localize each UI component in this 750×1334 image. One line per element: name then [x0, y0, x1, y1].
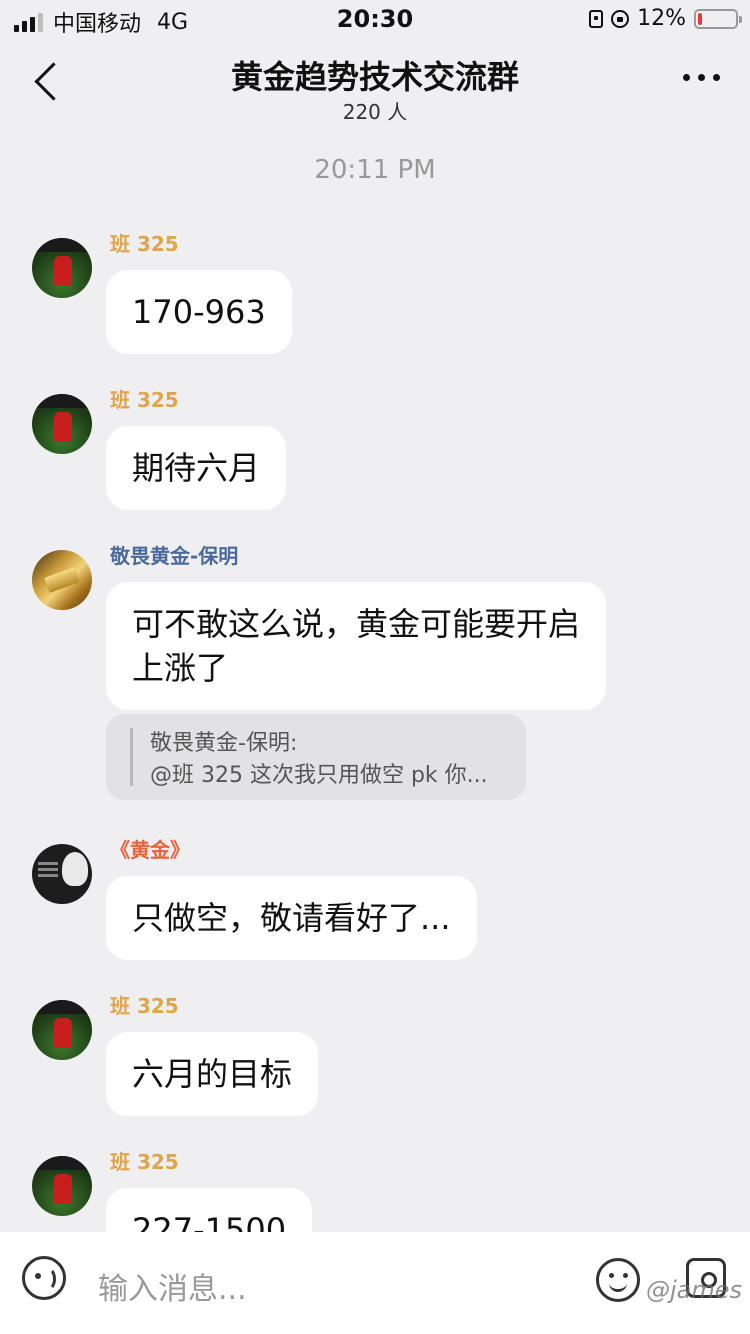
soccer-players-avatar[interactable]	[32, 1000, 92, 1060]
message-bubble[interactable]: 六月的目标	[106, 1032, 319, 1116]
sender-name[interactable]: 《黄金》	[110, 834, 190, 863]
sender-name[interactable]: 敬畏黄金-保明	[110, 540, 238, 569]
sender-name[interactable]: 班 325	[110, 1146, 179, 1175]
message-input[interactable]: 输入消息...	[98, 1264, 247, 1308]
quoted-reply[interactable]: 敬畏黄金-保明: @班 325 这次我只用做空 pk 你...	[106, 714, 526, 800]
battery-icon	[694, 8, 742, 29]
more-dots-icon[interactable]	[683, 74, 720, 81]
soccer-players-avatar[interactable]	[32, 394, 92, 454]
message-bubble[interactable]: 170-963	[106, 270, 292, 354]
battery-percent: 12%	[637, 6, 686, 31]
sender-name[interactable]: 班 325	[110, 228, 179, 257]
quote-author: 敬畏黄金-保明:	[150, 731, 298, 756]
sender-name[interactable]: 班 325	[110, 990, 179, 1019]
voice-icon[interactable]	[22, 1256, 66, 1300]
quote-text: @班 325 这次我只用做空 pk 你...	[150, 763, 488, 788]
message-bubble[interactable]: 期待六月	[106, 426, 287, 510]
rotation-lock-icon	[611, 9, 630, 28]
battery-level	[698, 12, 702, 25]
sender-name[interactable]: 班 325	[110, 384, 179, 413]
chat-header: 黄金趋势技术交流群 220 人	[0, 40, 750, 130]
member-count: 220 人	[342, 100, 408, 124]
lock-icon	[589, 9, 604, 28]
status-bar: 中国移动 4G 20:30 12%	[0, 0, 750, 40]
emoji-icon[interactable]	[596, 1258, 640, 1302]
gold-bar-avatar[interactable]	[32, 550, 92, 610]
chat-timestamp: 20:11 PM	[314, 155, 436, 185]
input-bar: 输入消息... @james	[0, 1232, 750, 1334]
watermark: @james	[645, 1276, 742, 1304]
soccer-players-avatar[interactable]	[32, 1156, 92, 1216]
message-bubble[interactable]: 可不敢这么说，黄金可能要开启上涨了	[106, 582, 606, 710]
status-right: 12%	[589, 6, 742, 31]
message-bubble[interactable]: 只做空，敬请看好了...	[106, 876, 477, 960]
soccer-players-avatar[interactable]	[32, 238, 92, 298]
einstein-avatar[interactable]	[32, 844, 92, 904]
group-title: 黄金趋势技术交流群	[230, 58, 519, 96]
